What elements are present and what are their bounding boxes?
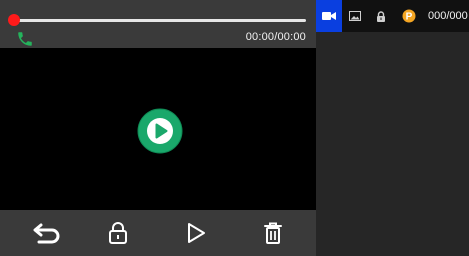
phone-icon: [18, 32, 32, 46]
lock-icon: [377, 10, 385, 22]
player-top-bar: 00:00/00:00: [0, 0, 316, 48]
p-icon-label: P: [406, 12, 413, 23]
tab-lock[interactable]: [368, 0, 394, 32]
tab-p[interactable]: P: [396, 0, 422, 32]
lock-button[interactable]: [88, 210, 148, 256]
progress-knob[interactable]: [8, 14, 20, 26]
progress-track[interactable]: [14, 19, 306, 22]
video-icon: [322, 12, 336, 20]
back-icon: [33, 223, 60, 244]
item-counter: 000/000: [428, 10, 468, 22]
delete-button[interactable]: [243, 210, 303, 256]
tab-image[interactable]: [342, 0, 368, 32]
p-icon: P: [402, 9, 416, 23]
tab-video[interactable]: [316, 0, 342, 32]
delete-icon: [264, 222, 282, 244]
lock-icon: [109, 222, 127, 244]
side-panel: P 000/000: [316, 0, 469, 256]
video-player: 00:00/00:00: [0, 0, 316, 256]
back-button[interactable]: [18, 210, 78, 256]
side-tab-bar: P 000/000: [316, 0, 469, 32]
player-toolbar: [0, 210, 316, 256]
play-overlay-icon[interactable]: [137, 108, 183, 154]
image-icon: [349, 11, 361, 21]
playback-time: 00:00/00:00: [245, 31, 306, 43]
play-button[interactable]: [166, 210, 226, 256]
play-icon: [188, 223, 205, 243]
